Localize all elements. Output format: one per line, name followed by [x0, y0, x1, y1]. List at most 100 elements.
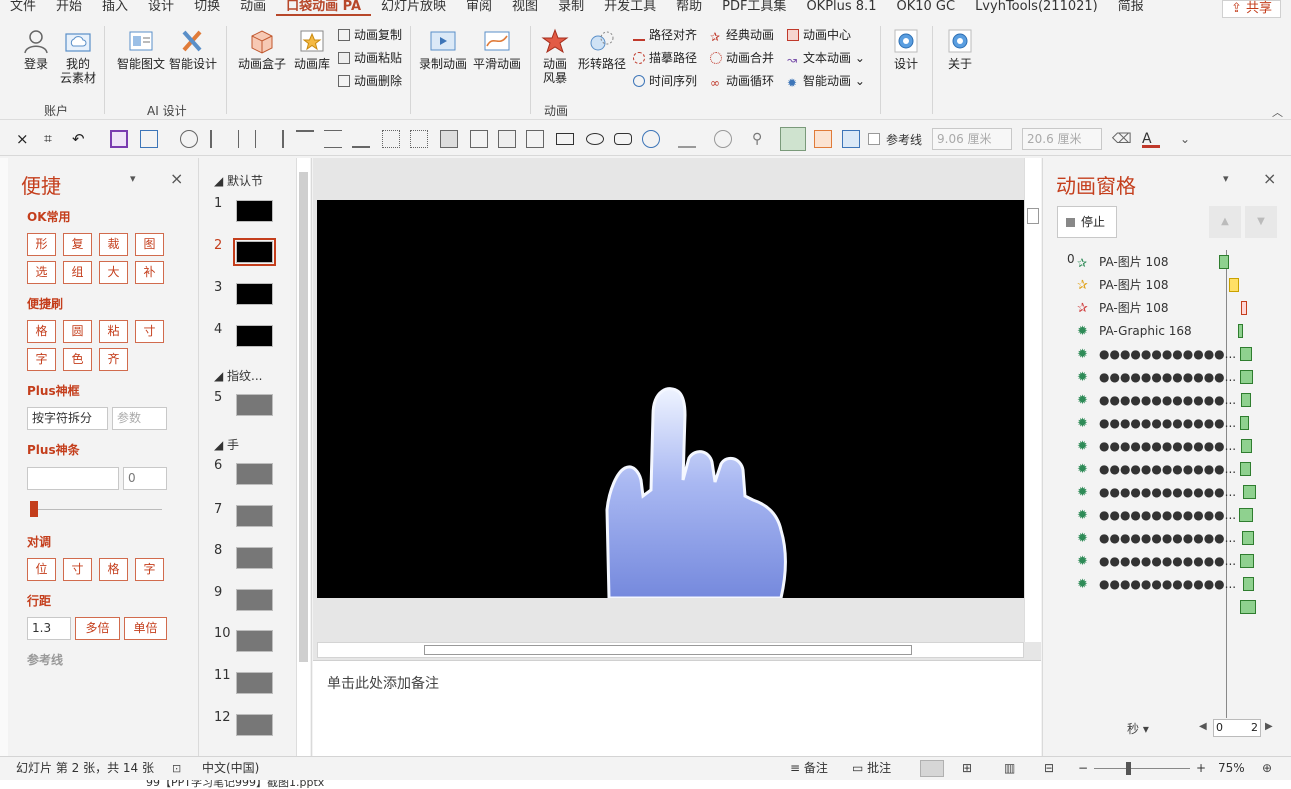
fit-slide-icon[interactable]: ⊕ [1262, 757, 1272, 780]
height-input[interactable]: 20.6 厘米 [1022, 128, 1102, 150]
undo-icon[interactable]: ↶ [72, 130, 90, 148]
slide-thumbnail-2[interactable] [233, 238, 276, 266]
ok-copy-button[interactable]: 复 [63, 233, 92, 256]
crop-icon[interactable]: ⌗ [44, 130, 62, 148]
trace-path-button[interactable]: 描摹路径 [633, 50, 697, 66]
tab-lvyhtools[interactable]: LvyhTools(211021) [965, 0, 1108, 14]
zoom-level[interactable]: 75% [1218, 757, 1245, 780]
slide-thumbnail-9[interactable] [236, 589, 273, 611]
distribute-v-icon[interactable] [410, 130, 428, 148]
animation-item[interactable]: ✹ ●●●●●●●●●●●●... [1043, 390, 1243, 410]
timing-bar[interactable] [1238, 324, 1243, 338]
adjust-format-button[interactable]: 格 [99, 558, 128, 581]
animation-item[interactable]: ✰ PA-图片 108 [1043, 252, 1243, 272]
slide-thumbnail-5[interactable] [236, 394, 273, 416]
selection-pane-icon[interactable] [780, 127, 806, 151]
animation-item[interactable]: ✹ ●●●●●●●●●●●●... [1043, 367, 1243, 387]
tab-animations[interactable]: 动画 [230, 0, 276, 14]
classic-animation-button[interactable]: ✰ 经典动画 [710, 27, 774, 43]
animation-item[interactable]: ✰ PA-图片 108 [1043, 275, 1243, 295]
tab-pdf-tools[interactable]: PDF工具集 [712, 0, 796, 14]
animation-library-button[interactable]: 动画库 [292, 28, 332, 71]
animation-item[interactable]: ✹ PA-Graphic 168 [1043, 321, 1243, 341]
about-button[interactable]: 关于 [942, 28, 978, 71]
brush-format-button[interactable]: 格 [27, 320, 56, 343]
animation-delete-button[interactable]: 动画删除 [338, 73, 402, 89]
send-back-icon[interactable] [526, 130, 544, 148]
timing-bar[interactable] [1239, 508, 1253, 522]
slide-sorter-icon[interactable]: ⊞ [962, 757, 972, 780]
animation-box-button[interactable]: 动画盒子 [236, 28, 288, 71]
normal-view-button[interactable] [920, 760, 944, 777]
tab-pocket-animation[interactable]: 口袋动画 PA [276, 0, 372, 16]
shape-fill-icon[interactable] [642, 130, 660, 148]
animation-storm-button[interactable]: 动画 风暴 [538, 28, 572, 85]
zoom-slider[interactable] [1094, 768, 1190, 769]
smooth-animation-button[interactable]: 平滑动画 [472, 28, 522, 71]
ok-select-button[interactable]: 选 [27, 261, 56, 284]
animation-center-button[interactable]: 动画中心 [787, 27, 851, 43]
timing-bar[interactable] [1243, 485, 1256, 499]
path-align-button[interactable]: 路径对齐 [633, 27, 697, 43]
ref-line-checkbox[interactable] [868, 133, 880, 145]
tab-home[interactable]: 开始 [46, 0, 92, 14]
slide-thumbnail-1[interactable] [236, 200, 273, 222]
pointing-hand-image[interactable] [317, 200, 1024, 598]
timing-bar[interactable] [1240, 554, 1254, 568]
editor-vertical-scrollbar[interactable] [1024, 158, 1041, 642]
tab-help[interactable]: 帮助 [666, 0, 712, 14]
timeline-right-icon[interactable]: ▶ [1265, 721, 1273, 732]
section-fingerprint[interactable]: ◢ 指纹... [214, 367, 263, 384]
login-button[interactable]: 登录 [18, 28, 54, 71]
animation-item[interactable]: ✹ ●●●●●●●●●●●●... [1043, 344, 1243, 364]
slide-thumbnail-10[interactable] [236, 630, 273, 652]
slideshow-icon[interactable]: ⊟ [1044, 757, 1054, 780]
thumbnail-scrollbar[interactable] [296, 158, 310, 756]
font-color-icon[interactable]: A [1142, 130, 1160, 148]
brush-align-button[interactable]: 齐 [99, 348, 128, 371]
image-icon[interactable] [842, 130, 860, 148]
timing-bar[interactable] [1241, 301, 1247, 315]
animation-item[interactable]: ✹ ●●●●●●●●●●●●... [1043, 459, 1243, 479]
ok-size-button[interactable]: 大 [99, 261, 128, 284]
line-spacing-input[interactable]: 1.3 [27, 617, 71, 640]
tab-okplus[interactable]: OKPlus 8.1 [796, 0, 886, 14]
rounded-rect-icon[interactable] [614, 133, 632, 145]
rectangle-icon[interactable] [556, 133, 574, 145]
scrollbar-thumb[interactable] [1027, 208, 1039, 224]
record-animation-button[interactable]: 录制动画 [418, 28, 468, 71]
save-icon[interactable] [110, 130, 128, 148]
accessibility-icon[interactable]: ⊡ [172, 757, 181, 780]
notes-button[interactable]: ≡ 备注 [790, 757, 828, 780]
align-left-icon[interactable] [210, 130, 228, 148]
timing-bar[interactable] [1242, 531, 1254, 545]
animation-item[interactable]: ✹ ●●●●●●●●●●●●... [1043, 574, 1243, 594]
animation-merge-button[interactable]: 动画合并 [710, 50, 774, 66]
effects-icon[interactable] [714, 130, 732, 148]
tab-file[interactable]: 文件 [0, 0, 46, 14]
animation-loop-button[interactable]: ∞ 动画循环 [710, 73, 774, 89]
section-hand[interactable]: ◢ 手 [214, 436, 239, 453]
timing-bar[interactable] [1240, 347, 1252, 361]
brush-paste-button[interactable]: 粘 [99, 320, 128, 343]
seconds-dropdown[interactable]: 秒 ▾ [1127, 720, 1149, 737]
timing-bar[interactable] [1241, 393, 1251, 407]
animation-item[interactable]: ✹ ●●●●●●●●●●●●... [1043, 482, 1243, 502]
timeline-ruler[interactable]: 0 2 [1213, 719, 1261, 737]
animation-item[interactable]: ✹ ●●●●●●●●●●●●... [1043, 436, 1243, 456]
pane-menu-icon[interactable]: ▾ [130, 172, 136, 185]
slide-thumbnail-3[interactable] [236, 283, 273, 305]
scrollbar-thumb[interactable] [424, 645, 912, 655]
line-style-icon[interactable] [678, 130, 696, 148]
adjust-position-button[interactable]: 位 [27, 558, 56, 581]
tab-slideshow[interactable]: 幻灯片放映 [371, 0, 456, 14]
animation-copy-button[interactable]: 动画复制 [338, 27, 402, 43]
smart-image-text-button[interactable]: 智能图文 [116, 28, 166, 71]
multiple-spacing-button[interactable]: 多倍 [75, 617, 120, 640]
move-down-button[interactable]: ▼ [1245, 206, 1277, 238]
ellipse-icon[interactable] [586, 133, 604, 145]
more-options-icon[interactable]: ⌄ [1180, 130, 1198, 148]
close-pane-icon[interactable]: × [170, 169, 183, 188]
close-pane-icon[interactable]: × [1263, 169, 1276, 188]
tab-developer[interactable]: 开发工具 [594, 0, 666, 14]
